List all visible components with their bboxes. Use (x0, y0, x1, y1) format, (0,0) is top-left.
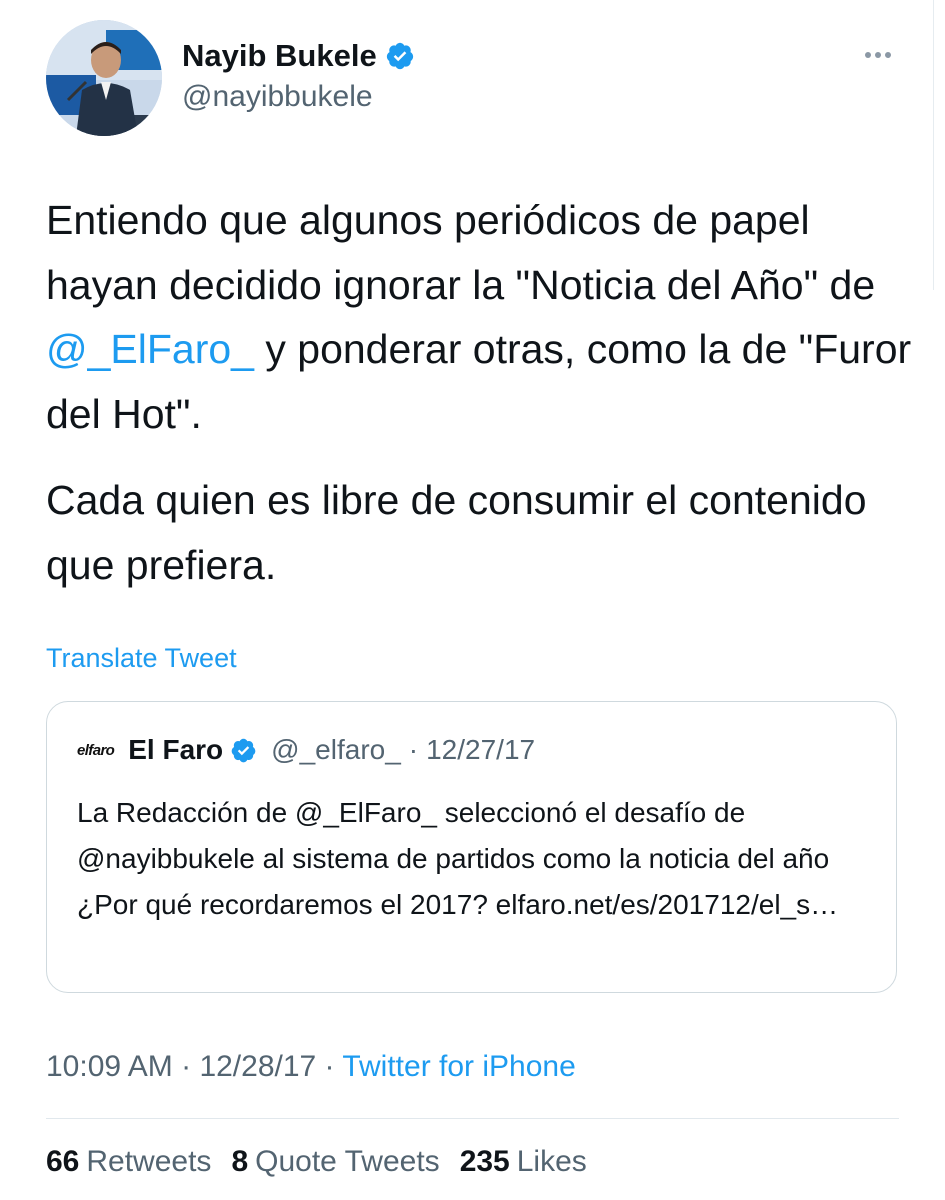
more-options-icon[interactable] (858, 40, 898, 70)
quote-tweets-label: Quote Tweets (255, 1145, 440, 1178)
likes-stat[interactable]: 235 Likes (460, 1145, 587, 1179)
tweet-stats: 66 Retweets 8 Quote Tweets 235 Likes (46, 1145, 607, 1179)
quoted-tweet-text: La Redacción de @_ElFaro_ seleccionó el … (77, 797, 839, 920)
quoted-author-name: El Faro (128, 734, 224, 765)
retweets-count: 66 (46, 1145, 80, 1178)
author-name[interactable]: Nayib Bukele (182, 38, 415, 74)
quote-tweets-count: 8 (231, 1145, 249, 1178)
meta-separator: · (172, 1050, 200, 1083)
tweet-card: Nayib Bukele @nayibbukele Entiendo que a… (0, 0, 945, 1200)
more-dot (865, 52, 871, 58)
translate-tweet-link[interactable]: Translate Tweet (46, 643, 237, 674)
quoted-tweet-header: elfaro El Faro @_elfaro_ · 12/27/17 (77, 734, 535, 766)
more-dot (875, 52, 881, 58)
tweet-meta: 10:09 AM · 12/28/17 · Twitter for iPhone (46, 1050, 576, 1084)
retweets-label: Retweets (86, 1145, 212, 1178)
likes-count: 235 (459, 1145, 510, 1178)
meta-separator: · (316, 1050, 343, 1083)
tweet-source-link[interactable]: Twitter for iPhone (342, 1050, 575, 1083)
quote-tweets-stat[interactable]: 8 Quote Tweets (231, 1145, 439, 1179)
tweet-paragraph-1: Entiendo que algunos periódicos de papel… (46, 188, 926, 446)
tweet-text: Entiendo que algunos periódicos de papel… (46, 188, 926, 598)
quoted-avatar-logo: elfaro (77, 741, 115, 759)
author-handle[interactable]: @nayibbukele (182, 80, 373, 114)
avatar[interactable] (46, 20, 162, 136)
verified-badge-icon (230, 737, 257, 764)
stats-divider (46, 1118, 899, 1119)
mention-link[interactable]: @_ElFaro_ (46, 326, 254, 372)
quoted-tweet[interactable]: elfaro El Faro @_elfaro_ · 12/27/17 La R… (46, 701, 897, 993)
likes-label: Likes (516, 1145, 587, 1178)
author-name-text: Nayib Bukele (182, 38, 377, 73)
tweet-time[interactable]: 10:09 AM (46, 1050, 173, 1083)
edge-divider (933, 0, 934, 290)
quoted-date: 12/27/17 (426, 734, 536, 765)
tweet-date[interactable]: 12/28/17 (199, 1050, 316, 1083)
retweets-stat[interactable]: 66 Retweets (46, 1145, 211, 1179)
tweet-paragraph-2: Cada quien es libre de consumir el conte… (46, 477, 867, 588)
quoted-author-handle: @_elfaro_ (271, 734, 401, 765)
tweet-text-part: Entiendo que algunos periódicos de papel… (46, 197, 876, 308)
verified-badge-icon (385, 41, 415, 71)
quoted-separator: · (408, 734, 419, 765)
more-dot (885, 52, 891, 58)
